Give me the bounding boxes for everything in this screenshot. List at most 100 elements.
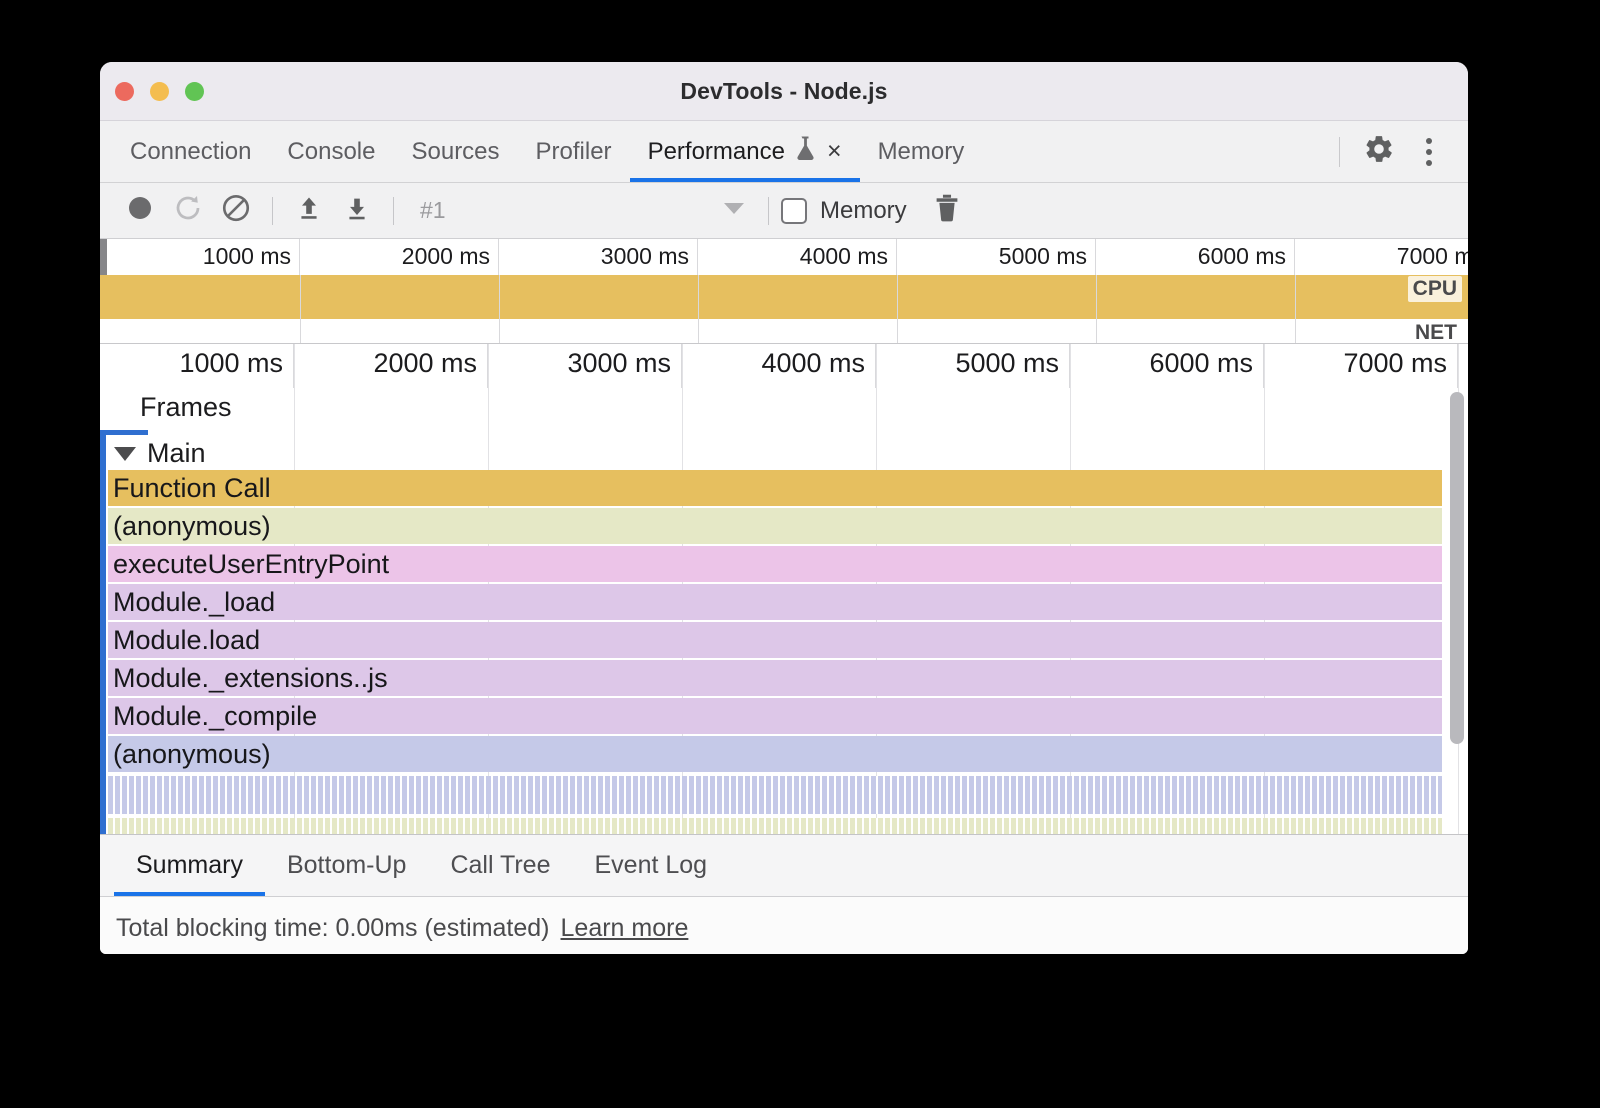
flame-bar-label: Module._load	[108, 587, 275, 618]
record-button[interactable]	[116, 187, 164, 235]
tab-sources[interactable]: Sources	[393, 121, 517, 182]
overview-selection-handle[interactable]	[100, 239, 107, 275]
window-title: DevTools - Node.js	[100, 78, 1468, 105]
tab-label: Profiler	[536, 138, 612, 166]
flame-stripe-row-blue[interactable]	[108, 776, 1442, 814]
tab-console[interactable]: Console	[269, 121, 393, 182]
devtools-window: DevTools - Node.js Connection Console So…	[100, 62, 1468, 954]
overview-ruler: 1000 ms 2000 ms 3000 ms 4000 ms 5000 ms …	[100, 239, 1468, 275]
window-titlebar: DevTools - Node.js	[100, 62, 1468, 121]
gear-icon	[1363, 133, 1395, 170]
main-group-label: Main	[147, 438, 206, 469]
flame-stripe-row-green[interactable]	[108, 818, 1442, 835]
flame-bar-label: Module.load	[108, 625, 260, 656]
tab-label: Performance	[648, 138, 785, 166]
settings-button[interactable]	[1356, 129, 1402, 175]
screenshot-root: DevTools - Node.js Connection Console So…	[0, 0, 1600, 1108]
memory-checkbox[interactable]	[781, 198, 807, 224]
profile-select[interactable]: #1	[406, 191, 756, 231]
save-profile-button[interactable]	[333, 187, 381, 235]
tab-performance[interactable]: Performance ×	[630, 121, 860, 182]
flame-bar-function-call[interactable]: Function Call	[108, 470, 1442, 506]
flame-tick-label: 3000 ms	[567, 348, 671, 379]
flame-scrollbar-thumb[interactable]	[1450, 392, 1464, 744]
details-tabbar: Summary Bottom-Up Call Tree Event Log	[100, 835, 1468, 897]
load-profile-button[interactable]	[285, 187, 333, 235]
overview-tick-label: 4000 ms	[800, 243, 888, 270]
more-options-button[interactable]	[1406, 129, 1452, 175]
tab-summary[interactable]: Summary	[114, 835, 265, 896]
tab-label: Call Tree	[450, 851, 550, 880]
clear-no-entry-icon	[221, 193, 251, 228]
clear-button[interactable]	[212, 187, 260, 235]
overview-cpu-band: CPU	[100, 275, 1468, 319]
close-window-button[interactable]	[115, 82, 134, 101]
overview-tick-label: 7000 ms	[1397, 243, 1468, 270]
memory-checkbox-group[interactable]: Memory	[781, 197, 907, 225]
trash-icon	[933, 193, 961, 228]
reload-and-record-button[interactable]	[164, 187, 212, 235]
tab-event-log[interactable]: Event Log	[573, 835, 730, 896]
tab-label: Console	[287, 138, 375, 166]
flame-bar-module-load[interactable]: Module.load	[108, 622, 1442, 658]
profile-select-value: #1	[420, 197, 446, 224]
overview-tick-label: 6000 ms	[1198, 243, 1286, 270]
tabbar-right-actions	[1327, 121, 1468, 182]
overview-net-band: NET	[100, 319, 1468, 343]
flame-tick-label: 2000 ms	[373, 348, 477, 379]
tab-label: Bottom-Up	[287, 851, 406, 880]
divider	[272, 197, 273, 225]
tab-label: Memory	[878, 138, 965, 166]
flame-bar-label: Module._extensions..js	[108, 663, 388, 694]
reload-icon	[173, 193, 203, 228]
close-icon[interactable]: ×	[827, 139, 842, 164]
overview-tick-label: 3000 ms	[601, 243, 689, 270]
frames-track-label: Frames	[140, 392, 232, 423]
panel-tabbar: Connection Console Sources Profiler Perf…	[100, 121, 1468, 183]
flame-bar-execute-user-entry-point[interactable]: executeUserEntryPoint	[108, 546, 1442, 582]
cpu-band-label: CPU	[1408, 276, 1462, 302]
tab-label: Connection	[130, 138, 251, 166]
tab-label: Sources	[411, 138, 499, 166]
delete-profile-button[interactable]	[923, 187, 971, 235]
flame-bar-label: executeUserEntryPoint	[108, 549, 389, 580]
tab-memory[interactable]: Memory	[860, 121, 983, 182]
chevron-down-icon[interactable]	[114, 447, 136, 461]
tab-profiler[interactable]: Profiler	[518, 121, 630, 182]
flame-bar-label: (anonymous)	[108, 739, 271, 770]
divider	[768, 197, 769, 225]
main-group-accent-cap	[100, 430, 148, 435]
timeline-overview[interactable]: 1000 ms 2000 ms 3000 ms 4000 ms 5000 ms …	[100, 239, 1468, 344]
net-band-label: NET	[1410, 320, 1462, 343]
flame-tick-label: 4000 ms	[761, 348, 865, 379]
flame-bar-module-compile[interactable]: Module._compile	[108, 698, 1442, 734]
zoom-window-button[interactable]	[185, 82, 204, 101]
flame-bar-anonymous-1[interactable]: (anonymous)	[108, 508, 1442, 544]
flame-chart[interactable]: 1000 ms 2000 ms 3000 ms 4000 ms 5000 ms …	[100, 344, 1468, 835]
learn-more-link[interactable]: Learn more	[561, 914, 689, 943]
total-blocking-time-text: Total blocking time: 0.00ms (estimated)	[116, 914, 550, 943]
tab-call-tree[interactable]: Call Tree	[428, 835, 572, 896]
details-statusbar: Total blocking time: 0.00ms (estimated) …	[100, 897, 1468, 954]
divider	[1339, 137, 1340, 167]
minimize-window-button[interactable]	[150, 82, 169, 101]
upload-icon	[295, 194, 323, 227]
flame-tick-label: 6000 ms	[1149, 348, 1253, 379]
tab-label: Event Log	[595, 851, 708, 880]
tab-bottom-up[interactable]: Bottom-Up	[265, 835, 428, 896]
flame-bar-module-extensions-js[interactable]: Module._extensions..js	[108, 660, 1442, 696]
performance-toolbar: #1 Memory	[100, 183, 1468, 239]
flame-bar-label: (anonymous)	[108, 511, 271, 542]
flame-bar-module-load-underscore[interactable]: Module._load	[108, 584, 1442, 620]
flame-ruler: 1000 ms 2000 ms 3000 ms 4000 ms 5000 ms …	[100, 344, 1468, 388]
main-group-header[interactable]: Main	[114, 438, 206, 469]
divider	[393, 197, 394, 225]
experiment-flask-icon	[794, 135, 816, 168]
flame-tick-label: 1000 ms	[179, 348, 283, 379]
traffic-lights	[115, 82, 204, 101]
flame-tick-label: 5000 ms	[955, 348, 1059, 379]
tab-connection[interactable]: Connection	[112, 121, 269, 182]
overview-tick-label: 5000 ms	[999, 243, 1087, 270]
flame-bar-anonymous-2[interactable]: (anonymous)	[108, 736, 1442, 772]
main-group-accent-bar	[100, 430, 106, 834]
